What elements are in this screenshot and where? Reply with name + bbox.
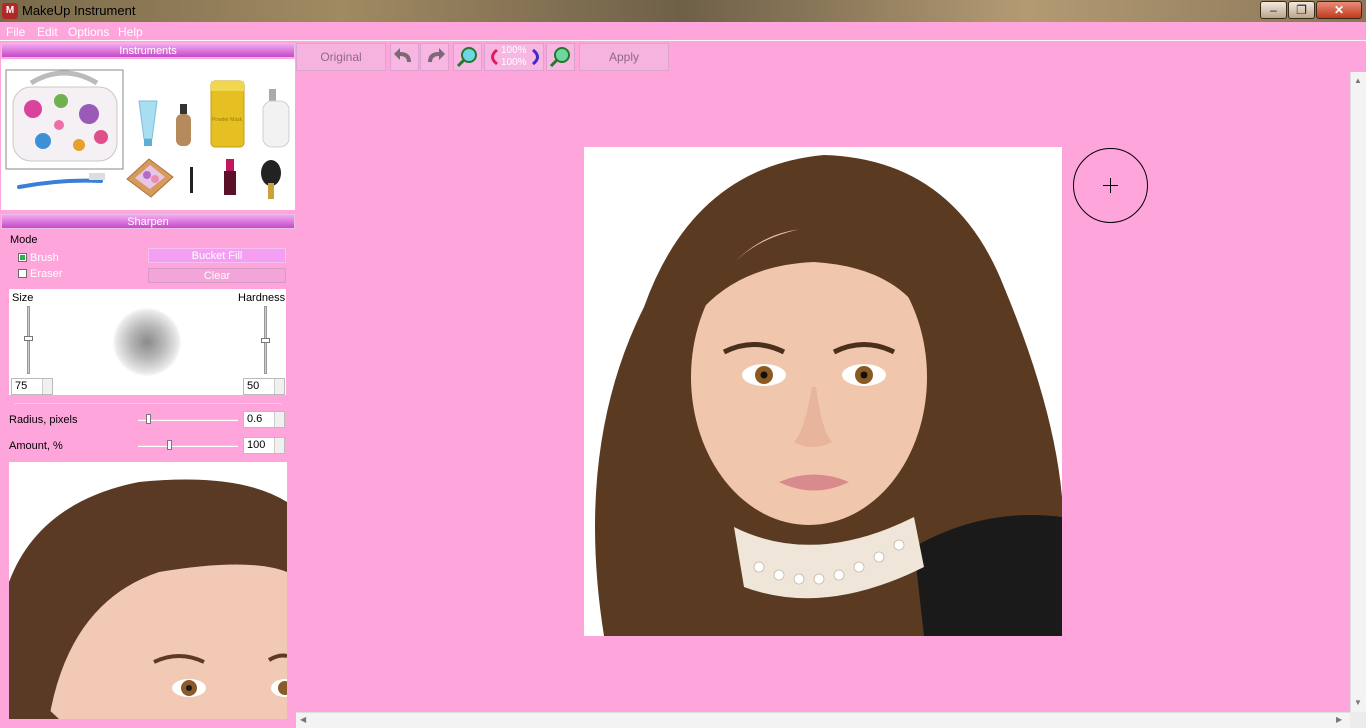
makeup-lips-icon: M	[2, 3, 18, 19]
scroll-right-icon[interactable]: ▶	[1336, 715, 1342, 724]
radius-label: Radius, pixels	[9, 414, 78, 426]
jar-label: Powder Mask	[212, 117, 243, 123]
instruments-header: Instruments	[1, 43, 295, 58]
amount-label: Amount, %	[9, 440, 63, 452]
brush-radio[interactable]	[18, 253, 27, 262]
radius-spinner[interactable]: 0.6	[243, 411, 285, 428]
radius-value: 0.6	[247, 413, 263, 425]
hardness-spinner-arrows[interactable]	[274, 379, 284, 394]
instruments-panel: Powder Mask	[1, 59, 295, 210]
scroll-left-icon[interactable]: ◀	[300, 715, 306, 724]
amount-spinner[interactable]: 100	[243, 437, 285, 454]
menu-bar: File Edit Options Help	[0, 22, 1366, 41]
zoom-reset-button[interactable]: 100% 100%	[484, 43, 544, 71]
original-button[interactable]: Original	[296, 43, 386, 71]
zoom-out-icon	[456, 47, 477, 68]
zoom-out-button[interactable]	[453, 43, 482, 71]
size-slider-thumb[interactable]	[24, 336, 33, 341]
clear-button[interactable]: Clear	[148, 268, 286, 283]
amount-spinner-arrows[interactable]	[274, 438, 284, 453]
horizontal-scrollbar[interactable]: ◀ ▶	[296, 712, 1350, 728]
brush-label: Brush	[30, 252, 59, 264]
eraser-radio[interactable]	[18, 269, 27, 278]
radius-slider-track[interactable]	[138, 419, 238, 421]
eyeshadow-palette-icon[interactable]	[126, 158, 174, 198]
mode-label: Mode	[10, 234, 38, 246]
cream-tube-icon[interactable]	[138, 100, 158, 146]
powder-jar-icon[interactable]: Powder Mask	[210, 80, 245, 148]
brush-preview	[113, 308, 181, 376]
size-label: Size	[12, 292, 34, 304]
radius-slider-thumb[interactable]	[146, 414, 151, 424]
amount-slider-track[interactable]	[138, 445, 238, 447]
zoom-in-button[interactable]	[546, 43, 575, 71]
zoom-preview[interactable]	[9, 462, 287, 719]
zoom-top-value: 100%	[501, 45, 527, 56]
redo-icon	[428, 48, 445, 62]
vertical-scrollbar[interactable]: ▲ ▼	[1350, 72, 1366, 712]
amount-value: 100	[247, 439, 266, 451]
undo-button[interactable]	[390, 43, 419, 71]
close-button[interactable]: ✕	[1316, 1, 1362, 19]
hardness-label: Hardness	[238, 292, 286, 304]
size-spinner-arrows[interactable]	[42, 379, 52, 394]
cosmetic-bag-icon[interactable]	[5, 69, 124, 170]
redo-button[interactable]	[420, 43, 449, 71]
undo-icon	[394, 48, 411, 62]
title-bar	[0, 0, 1366, 22]
scroll-up-icon[interactable]: ▲	[1354, 76, 1362, 85]
foundation-bottle-icon[interactable]	[176, 104, 191, 146]
maximize-button[interactable]: ❐	[1288, 1, 1315, 19]
sharpen-header: Sharpen	[1, 214, 295, 229]
amount-slider-thumb[interactable]	[167, 440, 172, 450]
hardness-slider-thumb[interactable]	[261, 338, 270, 343]
scroll-down-icon[interactable]: ▼	[1354, 698, 1362, 707]
portrait-photo[interactable]	[584, 147, 1062, 636]
size-spinner[interactable]: 75	[11, 378, 53, 395]
lotion-bottle-icon[interactable]	[262, 89, 290, 148]
cursor-crosshair-v	[1110, 178, 1111, 193]
apply-button[interactable]: Apply	[579, 43, 669, 71]
eyeliner-icon[interactable]	[190, 167, 193, 193]
hardness-spinner[interactable]: 50	[243, 378, 285, 395]
zoom-in-icon	[549, 47, 570, 68]
hardness-value: 50	[247, 380, 260, 392]
minimize-button[interactable]: –	[1260, 1, 1287, 19]
zoom-bottom-value: 100%	[501, 57, 527, 68]
divider	[14, 403, 282, 404]
blush-brush-icon[interactable]	[261, 160, 281, 199]
window-title: MakeUp Instrument	[22, 3, 136, 18]
bucket-fill-button[interactable]: Bucket Fill	[148, 248, 286, 263]
eraser-label: Eraser	[30, 268, 63, 280]
size-value: 75	[15, 380, 28, 392]
menu-options[interactable]: Options	[68, 25, 109, 39]
menu-file[interactable]: File	[6, 25, 25, 39]
toothbrush-icon[interactable]	[17, 173, 105, 189]
lipstick-icon[interactable]	[224, 159, 236, 195]
menu-edit[interactable]: Edit	[37, 25, 58, 39]
radius-spinner-arrows[interactable]	[274, 412, 284, 427]
scroll-corner	[1350, 712, 1366, 728]
menu-help[interactable]: Help	[118, 25, 143, 39]
